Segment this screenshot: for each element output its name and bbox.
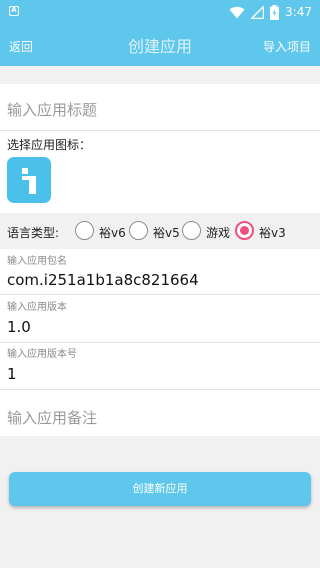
wifi-icon — [229, 6, 245, 18]
battery-icon — [270, 4, 280, 20]
status-time: 3:47 — [285, 5, 312, 19]
package-value: com.i251a1b1a8c821664 — [7, 271, 199, 289]
app-icon-picker[interactable] — [7, 157, 51, 203]
radio-yu-v6[interactable] — [75, 221, 94, 240]
version-label: 输入应用版本 — [7, 302, 67, 313]
language-row: 语言类型: 裕v6 裕v5 游戏 裕v3 — [0, 213, 320, 249]
signal-icon — [251, 5, 265, 19]
radio-game-label[interactable]: 游戏 — [206, 224, 230, 241]
note-input[interactable]: 输入应用备注 — [0, 390, 320, 436]
notification-app-icon: A — [9, 6, 19, 16]
app-bar: 返回 创建应用 导入项目 — [0, 24, 320, 66]
icon-label: 选择应用图标： — [7, 138, 92, 152]
status-bar: A 3:47 — [0, 0, 320, 24]
title-input[interactable]: 输入应用标题 — [0, 84, 320, 130]
radio-yu-v3-label[interactable]: 裕v3 — [259, 224, 286, 241]
version-code-label: 输入应用版本号 — [7, 349, 77, 360]
create-app-button[interactable]: 创建新应用 — [9, 472, 311, 506]
import-project-button[interactable]: 导入项目 — [263, 38, 311, 55]
radio-yu-v5-label[interactable]: 裕v5 — [153, 224, 180, 241]
version-field[interactable]: 输入应用版本 1.0 — [0, 295, 320, 342]
radio-yu-v3[interactable] — [235, 221, 254, 240]
status-icons: 3:47 — [229, 3, 312, 21]
version-value: 1.0 — [7, 318, 31, 336]
package-label: 输入应用包名 — [7, 256, 67, 267]
note-input-placeholder: 输入应用备注 — [7, 409, 98, 427]
package-field[interactable]: 输入应用包名 com.i251a1b1a8c821664 — [0, 249, 320, 294]
language-label: 语言类型: — [7, 226, 60, 240]
radio-yu-v5[interactable] — [129, 221, 148, 240]
version-code-value: 1 — [7, 365, 17, 383]
radio-yu-v6-label[interactable]: 裕v6 — [99, 224, 126, 241]
version-code-field[interactable]: 输入应用版本号 1 — [0, 343, 320, 389]
radio-game[interactable] — [182, 221, 201, 240]
title-input-placeholder: 输入应用标题 — [7, 101, 98, 119]
